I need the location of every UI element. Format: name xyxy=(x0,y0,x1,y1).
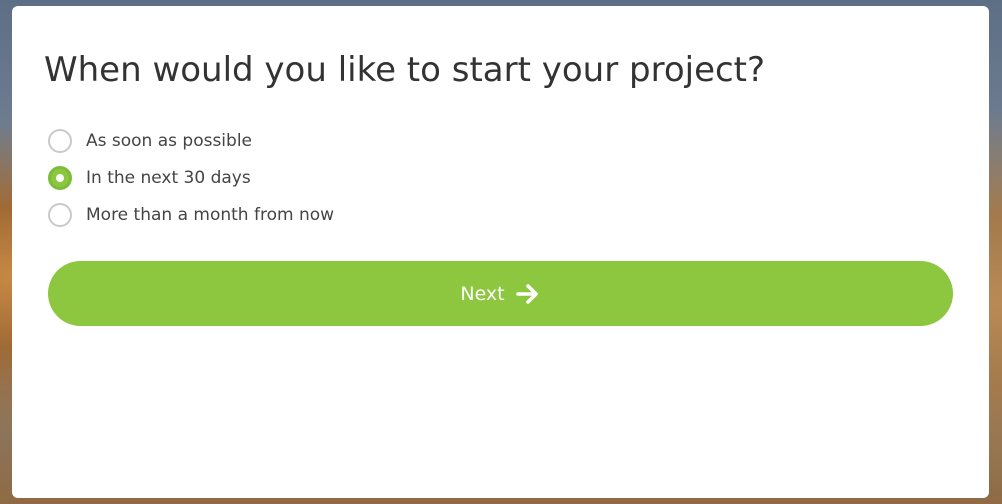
option-more-than-a-month[interactable]: More than a month from now xyxy=(48,196,334,233)
next-button-label: Next xyxy=(460,282,505,305)
radio-button[interactable] xyxy=(48,128,72,153)
arrow-right-icon xyxy=(515,281,541,307)
question-title: When would you like to start your projec… xyxy=(44,50,766,90)
option-next-30-days[interactable]: In the next 30 days xyxy=(48,159,334,196)
radio-button[interactable] xyxy=(48,202,72,227)
option-label: In the next 30 days xyxy=(86,167,251,188)
question-dialog: When would you like to start your projec… xyxy=(12,6,989,498)
radio-dot-icon xyxy=(56,173,64,182)
start-time-options: As soon as possible In the next 30 days … xyxy=(48,122,334,233)
next-button[interactable]: Next xyxy=(48,261,953,326)
option-as-soon-as-possible[interactable]: As soon as possible xyxy=(48,122,334,159)
option-label: More than a month from now xyxy=(86,204,335,225)
radio-button-selected[interactable] xyxy=(48,165,72,190)
option-label: As soon as possible xyxy=(86,130,253,151)
